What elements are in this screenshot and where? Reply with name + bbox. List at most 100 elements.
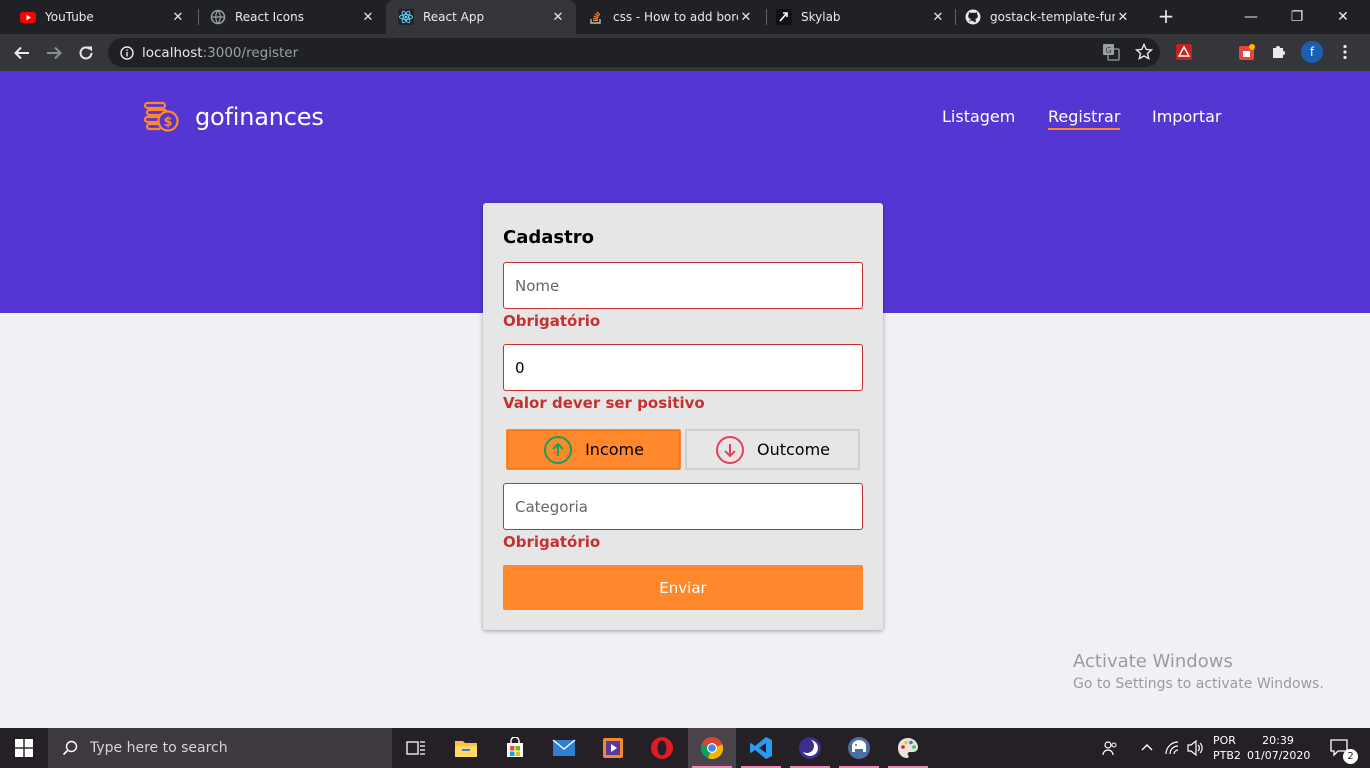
mail-button[interactable]: [540, 728, 588, 768]
moon-browser-button[interactable]: [786, 728, 834, 768]
tab-react-app[interactable]: React App ✕: [386, 0, 576, 34]
vscode-button[interactable]: [737, 728, 785, 768]
nav-listagem[interactable]: Listagem: [942, 107, 1015, 126]
tab-close-icon[interactable]: ✕: [550, 10, 566, 25]
network-button[interactable]: [1160, 728, 1184, 768]
windows-logo-icon: [15, 739, 33, 757]
file-explorer-icon: [455, 741, 477, 757]
address-bar[interactable]: localhost:3000/register: [108, 38, 1160, 67]
tab-close-icon[interactable]: ✕: [738, 10, 754, 25]
close-window-button[interactable]: ✕: [1320, 0, 1366, 34]
paint-icon: [898, 738, 918, 758]
windows-taskbar: Type here to search POR PTB2 20:39 01/07…: [0, 728, 1370, 768]
tab-stackoverflow[interactable]: css - How to add borde ✕: [578, 0, 764, 34]
paint-button[interactable]: [884, 728, 932, 768]
tab-github[interactable]: gostack-template-fund ✕: [955, 0, 1141, 34]
task-view-icon: [406, 741, 425, 755]
people-button[interactable]: [1098, 728, 1122, 768]
search-icon: [62, 740, 78, 756]
youtube-icon: [20, 12, 36, 23]
stackoverflow-icon: [590, 11, 601, 24]
tab-youtube[interactable]: YouTube ✕: [0, 0, 196, 34]
nav-importar[interactable]: Importar: [1152, 107, 1221, 126]
people-icon: [1102, 741, 1117, 756]
tab-skylab[interactable]: Skylab ✕: [766, 0, 956, 34]
globe-icon: [210, 9, 226, 25]
submit-button[interactable]: Enviar: [503, 565, 863, 610]
extension-orange-icon: [1239, 44, 1255, 60]
reload-icon: [79, 46, 93, 60]
store-icon: [507, 737, 523, 757]
github-icon: [965, 9, 981, 25]
name-error: Obrigatório: [503, 312, 601, 330]
new-tab-button[interactable]: +: [1155, 5, 1177, 27]
file-explorer-button[interactable]: [442, 728, 490, 768]
amount-input[interactable]: 0: [503, 344, 863, 391]
name-input[interactable]: Nome: [503, 262, 863, 309]
arrow-right-icon: [47, 46, 62, 60]
opera-button[interactable]: [638, 728, 686, 768]
task-view-button[interactable]: [392, 728, 440, 768]
translate-button[interactable]: G: [1100, 41, 1122, 63]
browser-toolbar: localhost:3000/register G f: [0, 34, 1370, 71]
action-center-button[interactable]: 2: [1320, 728, 1360, 768]
tab-close-icon[interactable]: ✕: [170, 10, 186, 25]
income-type-button[interactable]: Income: [506, 429, 681, 470]
media-player-icon: [603, 738, 623, 758]
minimize-button[interactable]: —: [1228, 0, 1274, 34]
browser-moon-icon: [799, 737, 821, 759]
opera-icon: [651, 737, 673, 759]
taskbar-clock[interactable]: 20:39 01/07/2020: [1247, 733, 1311, 763]
start-button[interactable]: [0, 728, 48, 768]
language-indicator[interactable]: POR PTB2: [1213, 733, 1241, 763]
svg-text:$: $: [163, 115, 172, 130]
tab-react-icons[interactable]: React Icons ✕: [190, 0, 386, 34]
tab-label: gostack-template-fund: [990, 10, 1115, 24]
forward-button[interactable]: [41, 40, 67, 66]
tab-label: React App: [423, 10, 485, 24]
browser-menu-button[interactable]: [1334, 41, 1356, 63]
profile-button[interactable]: f: [1301, 41, 1323, 63]
clock-date: 01/07/2020: [1247, 749, 1311, 762]
translate-icon: G: [1103, 44, 1120, 61]
reload-button[interactable]: [73, 40, 99, 66]
taskbar-search[interactable]: Type here to search: [48, 728, 392, 768]
arrow-left-icon: [14, 46, 29, 60]
activate-windows-watermark: Activate Windows Go to Settings to activ…: [1073, 651, 1324, 692]
restore-button[interactable]: ❐: [1274, 0, 1320, 34]
more-vertical-icon: [1343, 44, 1347, 60]
volume-button[interactable]: [1184, 728, 1208, 768]
tab-close-icon[interactable]: ✕: [1115, 10, 1131, 25]
nav-registrar[interactable]: Registrar: [1048, 107, 1121, 130]
store-button[interactable]: [491, 728, 539, 768]
tab-close-icon[interactable]: ✕: [930, 10, 946, 25]
category-input[interactable]: Categoria: [503, 483, 863, 530]
clock-time: 20:39: [1262, 734, 1294, 747]
coins-logo-icon: $: [143, 101, 179, 132]
back-button[interactable]: [9, 40, 35, 66]
notification-count: 2: [1343, 749, 1358, 764]
watermark-subtitle: Go to Settings to activate Windows.: [1073, 676, 1324, 692]
show-hidden-icons-button[interactable]: [1136, 728, 1158, 768]
tab-label: Skylab: [801, 10, 841, 24]
media-player-button[interactable]: [589, 728, 637, 768]
skylab-icon: [776, 9, 792, 25]
outcome-type-button[interactable]: Outcome: [685, 429, 860, 470]
brand-name: gofinances: [195, 103, 324, 131]
url-text: localhost:3000/register: [142, 44, 299, 61]
category-error: Obrigatório: [503, 533, 601, 551]
bookmark-button[interactable]: [1133, 41, 1155, 63]
arrow-up-circle-icon: [544, 435, 573, 464]
mail-icon: [552, 739, 576, 756]
elephant-app-button[interactable]: [835, 728, 883, 768]
extension-red-button[interactable]: [1173, 41, 1195, 63]
extension-orange-button[interactable]: [1236, 41, 1258, 63]
register-form-card: Cadastro Nome Obrigatório 0 Valor dever …: [483, 203, 883, 630]
chrome-button[interactable]: [688, 728, 736, 768]
brand[interactable]: $ gofinances: [143, 100, 324, 134]
extension-red-icon: [1176, 44, 1192, 60]
tab-close-icon[interactable]: ✕: [360, 10, 376, 25]
star-icon: [1135, 43, 1153, 61]
extensions-button[interactable]: [1268, 41, 1290, 63]
svg-text:G: G: [1106, 46, 1112, 55]
